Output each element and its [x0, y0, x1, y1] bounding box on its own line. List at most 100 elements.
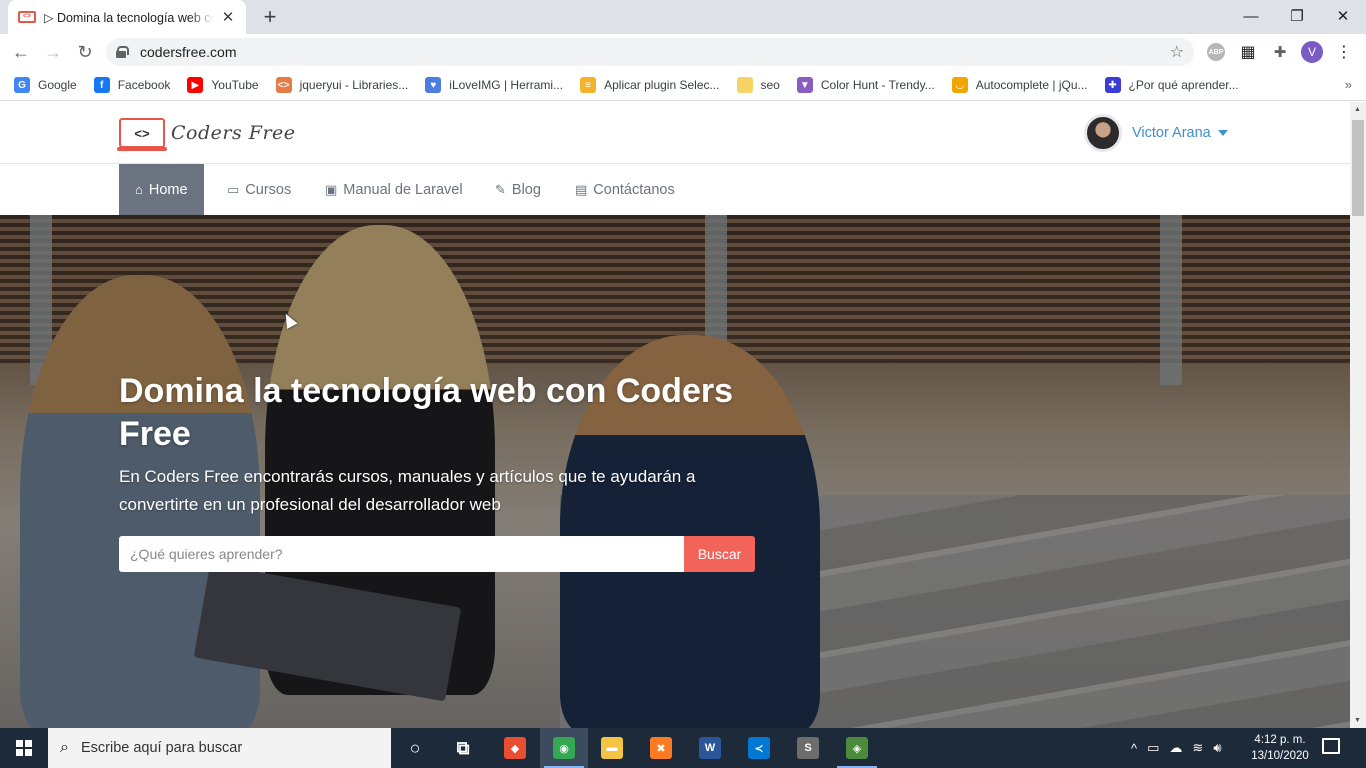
nav-icon: ✎	[495, 181, 506, 197]
scroll-up-icon[interactable]: ▲	[1354, 106, 1361, 113]
taskbar-app-file-explorer[interactable]: ▬	[588, 728, 636, 768]
bookmark-star-icon[interactable]: ☆	[1170, 42, 1184, 62]
browser-menu-icon[interactable]: ⋮	[1333, 41, 1355, 63]
nav-item-cursos[interactable]: ▭ Cursos	[211, 164, 307, 215]
user-menu[interactable]: Victor Arana	[1084, 114, 1228, 152]
onedrive-icon[interactable]: ☁	[1169, 740, 1182, 756]
taskbar-app-git[interactable]: ◆	[491, 728, 539, 768]
bookmark-item[interactable]: ◡ Autocomplete | jQu...	[951, 77, 1088, 93]
coders-free-logo[interactable]: <> Coders Free	[117, 118, 296, 151]
xampp-icon: ✖	[650, 737, 672, 759]
search-button[interactable]: Buscar	[684, 536, 755, 572]
bookmark-item[interactable]: f Facebook	[93, 77, 171, 93]
nav-item-cont-ctanos[interactable]: ▤ Contáctanos	[559, 164, 691, 215]
taskbar-app-cortana[interactable]: ○	[391, 728, 439, 768]
new-tab-button[interactable]: +	[258, 4, 282, 30]
taskbar-app-chrome[interactable]: ◉	[540, 728, 588, 768]
nav-item-home[interactable]: ⌂ Home	[119, 164, 204, 215]
forward-arrow-icon[interactable]: →	[40, 39, 66, 65]
bookmark-item[interactable]: seo	[736, 77, 780, 93]
browser-tab[interactable]: <> ▷ Domina la tecnología web con Coders…	[8, 0, 246, 34]
nav-item-manual-de-laravel[interactable]: ▣ Manual de Laravel	[309, 164, 479, 215]
user-name[interactable]: Victor Arana	[1132, 125, 1211, 141]
bookmark-item[interactable]: ▼ Color Hunt - Trendy...	[796, 77, 935, 93]
bookmark-item[interactable]: ♥ iLoveIMG | Herrami...	[425, 77, 563, 93]
scroll-down-icon[interactable]: ▼	[1354, 717, 1361, 724]
taskbar-app-sublime[interactable]: S	[784, 728, 832, 768]
back-arrow-icon[interactable]: ←	[8, 39, 34, 65]
close-window-button[interactable]: ✕	[1320, 2, 1366, 30]
tab-title: ▷ Domina la tecnología web con Coders Fr…	[43, 10, 215, 25]
hero-title: Domina la tecnología web con Coders Free	[119, 372, 733, 453]
bookmarks-bar: G Google f Facebook ▶ YouTube <> jqueryui - Lib…	[0, 70, 1366, 101]
bookmark-label: Google	[38, 78, 77, 92]
volume-icon[interactable]: 🔊︎	[1213, 740, 1221, 756]
lock-icon[interactable]	[116, 46, 129, 58]
taskbar-app-app-extra[interactable]: ◈	[833, 728, 881, 768]
taskbar-app-word[interactable]: W	[686, 728, 734, 768]
web-page: <> Coders Free Victor Arana ⌂ Home ▭ Cursos…	[0, 102, 1350, 728]
bookmark-item[interactable]: G Google	[14, 77, 77, 93]
nav-icon: ▣	[325, 181, 338, 197]
system-tray: ^ ▭ ☁ ≋ 🔊︎	[1126, 728, 1227, 768]
search-icon: ⌕	[60, 739, 69, 756]
more-bookmarks-icon[interactable]: »	[1345, 77, 1352, 92]
extensions-puzzle-icon[interactable]: ✚	[1269, 41, 1291, 63]
nav-label: Manual de Laravel	[343, 181, 463, 198]
google-icon: G	[14, 77, 30, 93]
sublime-icon: S	[797, 737, 819, 759]
show-hidden-icons-icon[interactable]: ^	[1131, 741, 1137, 756]
address-bar[interactable]: codersfree.com ☆	[106, 38, 1194, 66]
qr-code-extension-icon[interactable]: ▦	[1237, 41, 1259, 63]
bookmark-label: ¿Por qué aprender...	[1128, 78, 1239, 92]
taskbar-search-placeholder: Escribe aquí para buscar	[80, 740, 243, 756]
stackoverflow-icon: ≡	[580, 77, 597, 93]
profile-avatar[interactable]: V	[1301, 41, 1323, 63]
course-search-input[interactable]	[119, 536, 684, 572]
maximize-button[interactable]: ❐	[1274, 2, 1320, 30]
nav-icon: ▭	[227, 181, 240, 197]
bookmark-item[interactable]: ✚ ¿Por qué aprender...	[1104, 77, 1239, 93]
hero-section: Domina la tecnología web con Coders Free…	[0, 215, 1350, 728]
word-icon: W	[699, 737, 721, 759]
colorhunt-icon: ▼	[796, 77, 813, 93]
tab-strip: <> ▷ Domina la tecnología web con Coders…	[0, 0, 1366, 34]
notification-center-icon[interactable]	[1322, 738, 1340, 754]
battery-icon[interactable]: ▭	[1147, 740, 1159, 756]
heart-icon: ♥	[425, 77, 442, 93]
adblock-extension-icon[interactable]: ABP	[1205, 41, 1227, 63]
bookmark-item[interactable]: <> jqueryui - Libraries...	[275, 77, 408, 93]
reload-icon[interactable]: ↻	[72, 39, 98, 65]
nav-icon: ▤	[575, 181, 588, 197]
minimize-button[interactable]: —	[1228, 2, 1274, 30]
cortana-icon: ○	[409, 737, 421, 758]
bookmark-item[interactable]: ▶ YouTube	[187, 77, 259, 93]
taskbar-app-xampp[interactable]: ✖	[637, 728, 685, 768]
bookmark-label: seo	[760, 78, 780, 92]
bookmark-item[interactable]: ≡ Aplicar plugin Selec...	[580, 77, 720, 93]
avatar[interactable]	[1084, 114, 1122, 152]
bookmark-label: iLoveIMG | Herrami...	[449, 78, 564, 92]
url-text: codersfree.com	[140, 44, 237, 60]
bookmark-label: Facebook	[117, 78, 171, 92]
nav-label: Home	[148, 181, 188, 198]
nav-item-blog[interactable]: ✎ Blog	[479, 164, 557, 215]
clock-date: 13/10/2020	[1251, 750, 1309, 762]
clock-time: 4:12 p. m.	[1254, 734, 1306, 746]
taskbar-search[interactable]: ⌕ Escribe aquí para buscar	[48, 728, 391, 768]
caret-down-icon[interactable]	[1217, 130, 1228, 136]
taskbar-app-vscode[interactable]: ≺	[735, 728, 783, 768]
scroll-thumb[interactable]	[1352, 120, 1364, 216]
browser-toolbar: ← → ↻ codersfree.com ☆ ABP ▦ ✚ V ⋮	[0, 34, 1366, 70]
page-scrollbar[interactable]: ▲ ▼	[1350, 102, 1366, 728]
wifi-icon[interactable]: ≋	[1192, 740, 1203, 756]
site-header: <> Coders Free Victor Arana	[0, 102, 1350, 164]
taskbar-app-task-view[interactable]: ⧉	[439, 728, 487, 768]
bookmark-label: Autocomplete | jQu...	[975, 78, 1088, 92]
app-extra-icon: ◈	[846, 737, 868, 759]
start-button[interactable]	[0, 728, 48, 768]
git-icon: ◆	[504, 737, 526, 759]
tab-close-icon[interactable]: ✕	[220, 8, 236, 26]
vscode-icon: ≺	[748, 737, 770, 759]
taskbar-clock[interactable]: 4:12 p. m. 13/10/2020	[1242, 732, 1318, 764]
